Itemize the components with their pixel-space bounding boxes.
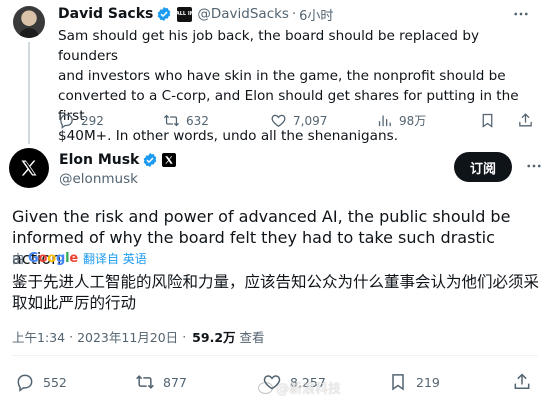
main-tweet-header: Elon Musk bbox=[59, 152, 177, 168]
views-button[interactable]: 98万 bbox=[376, 112, 426, 129]
subscribe-button[interactable]: 订阅 bbox=[454, 152, 512, 182]
heart-icon bbox=[270, 112, 287, 129]
translated-by-label: 由 bbox=[12, 251, 25, 266]
weibo-logo-icon bbox=[258, 381, 273, 394]
bookmark-icon bbox=[388, 372, 408, 392]
repost-count: 632 bbox=[186, 113, 209, 128]
reply-button[interactable]: 552 bbox=[15, 372, 67, 392]
parent-tweet[interactable]: David Sacks ALL IN @DavidSacks · 6小时 Sam… bbox=[0, 0, 550, 144]
repost-icon bbox=[163, 112, 180, 129]
share-icon bbox=[512, 372, 532, 392]
parent-action-bar: 292 632 7,097 98万 bbox=[58, 112, 534, 132]
separator-dot: · bbox=[69, 329, 74, 344]
bookmark-button[interactable] bbox=[479, 112, 502, 129]
share-button[interactable] bbox=[517, 112, 540, 129]
author-handle[interactable]: @elonmusk bbox=[59, 171, 138, 187]
watermark-text: @新浪科技 bbox=[276, 382, 342, 397]
bookmark-count: 219 bbox=[416, 374, 440, 390]
author-handle[interactable]: @DavidSacks bbox=[197, 6, 289, 22]
author-name[interactable]: Elon Musk bbox=[59, 152, 139, 168]
translation-attribution: 由 Google 翻译自 英语 bbox=[12, 250, 147, 266]
avatar[interactable] bbox=[9, 148, 49, 188]
post-date[interactable]: 2023年11月20日 bbox=[77, 327, 178, 346]
bookmark-icon bbox=[479, 112, 496, 129]
translate-source-link[interactable]: 翻译自 英语 bbox=[83, 250, 147, 267]
translated-text: 鉴于先进人工智能的风险和力量，应该告知公众为什么董事会认为他们必须采取如此严厉的… bbox=[12, 273, 540, 312]
tweet-metadata: 上午1:34 · 2023年11月20日 · 59.2万 查看 bbox=[12, 327, 265, 346]
like-count: 7,097 bbox=[293, 113, 328, 128]
repost-button[interactable]: 632 bbox=[163, 112, 209, 129]
reply-icon bbox=[15, 372, 35, 392]
reply-count: 292 bbox=[81, 113, 104, 128]
verified-badge-icon bbox=[156, 6, 172, 22]
repost-icon bbox=[135, 372, 155, 392]
bookmark-button[interactable]: 219 bbox=[388, 372, 440, 392]
reply-icon bbox=[58, 112, 75, 129]
affiliate-badge[interactable]: ALL IN bbox=[176, 6, 194, 22]
reply-button[interactable]: 292 bbox=[58, 112, 104, 129]
repost-count: 877 bbox=[163, 374, 187, 390]
view-count: 98万 bbox=[399, 114, 427, 128]
x-logo-icon bbox=[19, 158, 39, 178]
google-logo: Google bbox=[28, 250, 78, 266]
separator-dot: · bbox=[291, 6, 297, 22]
separator-dot: · bbox=[182, 329, 187, 344]
divider bbox=[12, 355, 538, 356]
verified-badge-icon bbox=[142, 152, 158, 168]
author-name[interactable]: David Sacks bbox=[58, 6, 153, 22]
repost-button[interactable]: 877 bbox=[135, 372, 187, 392]
watermark: @新浪科技 bbox=[258, 378, 341, 397]
thread-connector-line bbox=[28, 42, 30, 144]
tweet-time[interactable]: 6小时 bbox=[299, 5, 333, 24]
avatar[interactable] bbox=[13, 6, 45, 38]
x-affiliate-icon[interactable] bbox=[162, 153, 177, 167]
post-time[interactable]: 上午1:34 bbox=[12, 327, 65, 346]
views-label: 查看 bbox=[239, 330, 265, 345]
view-count: 59.2万 bbox=[192, 330, 236, 345]
reply-count: 552 bbox=[43, 374, 67, 390]
like-button[interactable]: 7,097 bbox=[270, 112, 327, 129]
parent-tweet-header: David Sacks ALL IN @DavidSacks · 6小时 bbox=[58, 4, 333, 24]
share-icon bbox=[517, 112, 534, 129]
more-options-icon[interactable] bbox=[525, 157, 543, 175]
share-button[interactable] bbox=[512, 372, 540, 392]
analytics-icon bbox=[376, 112, 393, 129]
more-options-icon[interactable] bbox=[512, 5, 530, 23]
